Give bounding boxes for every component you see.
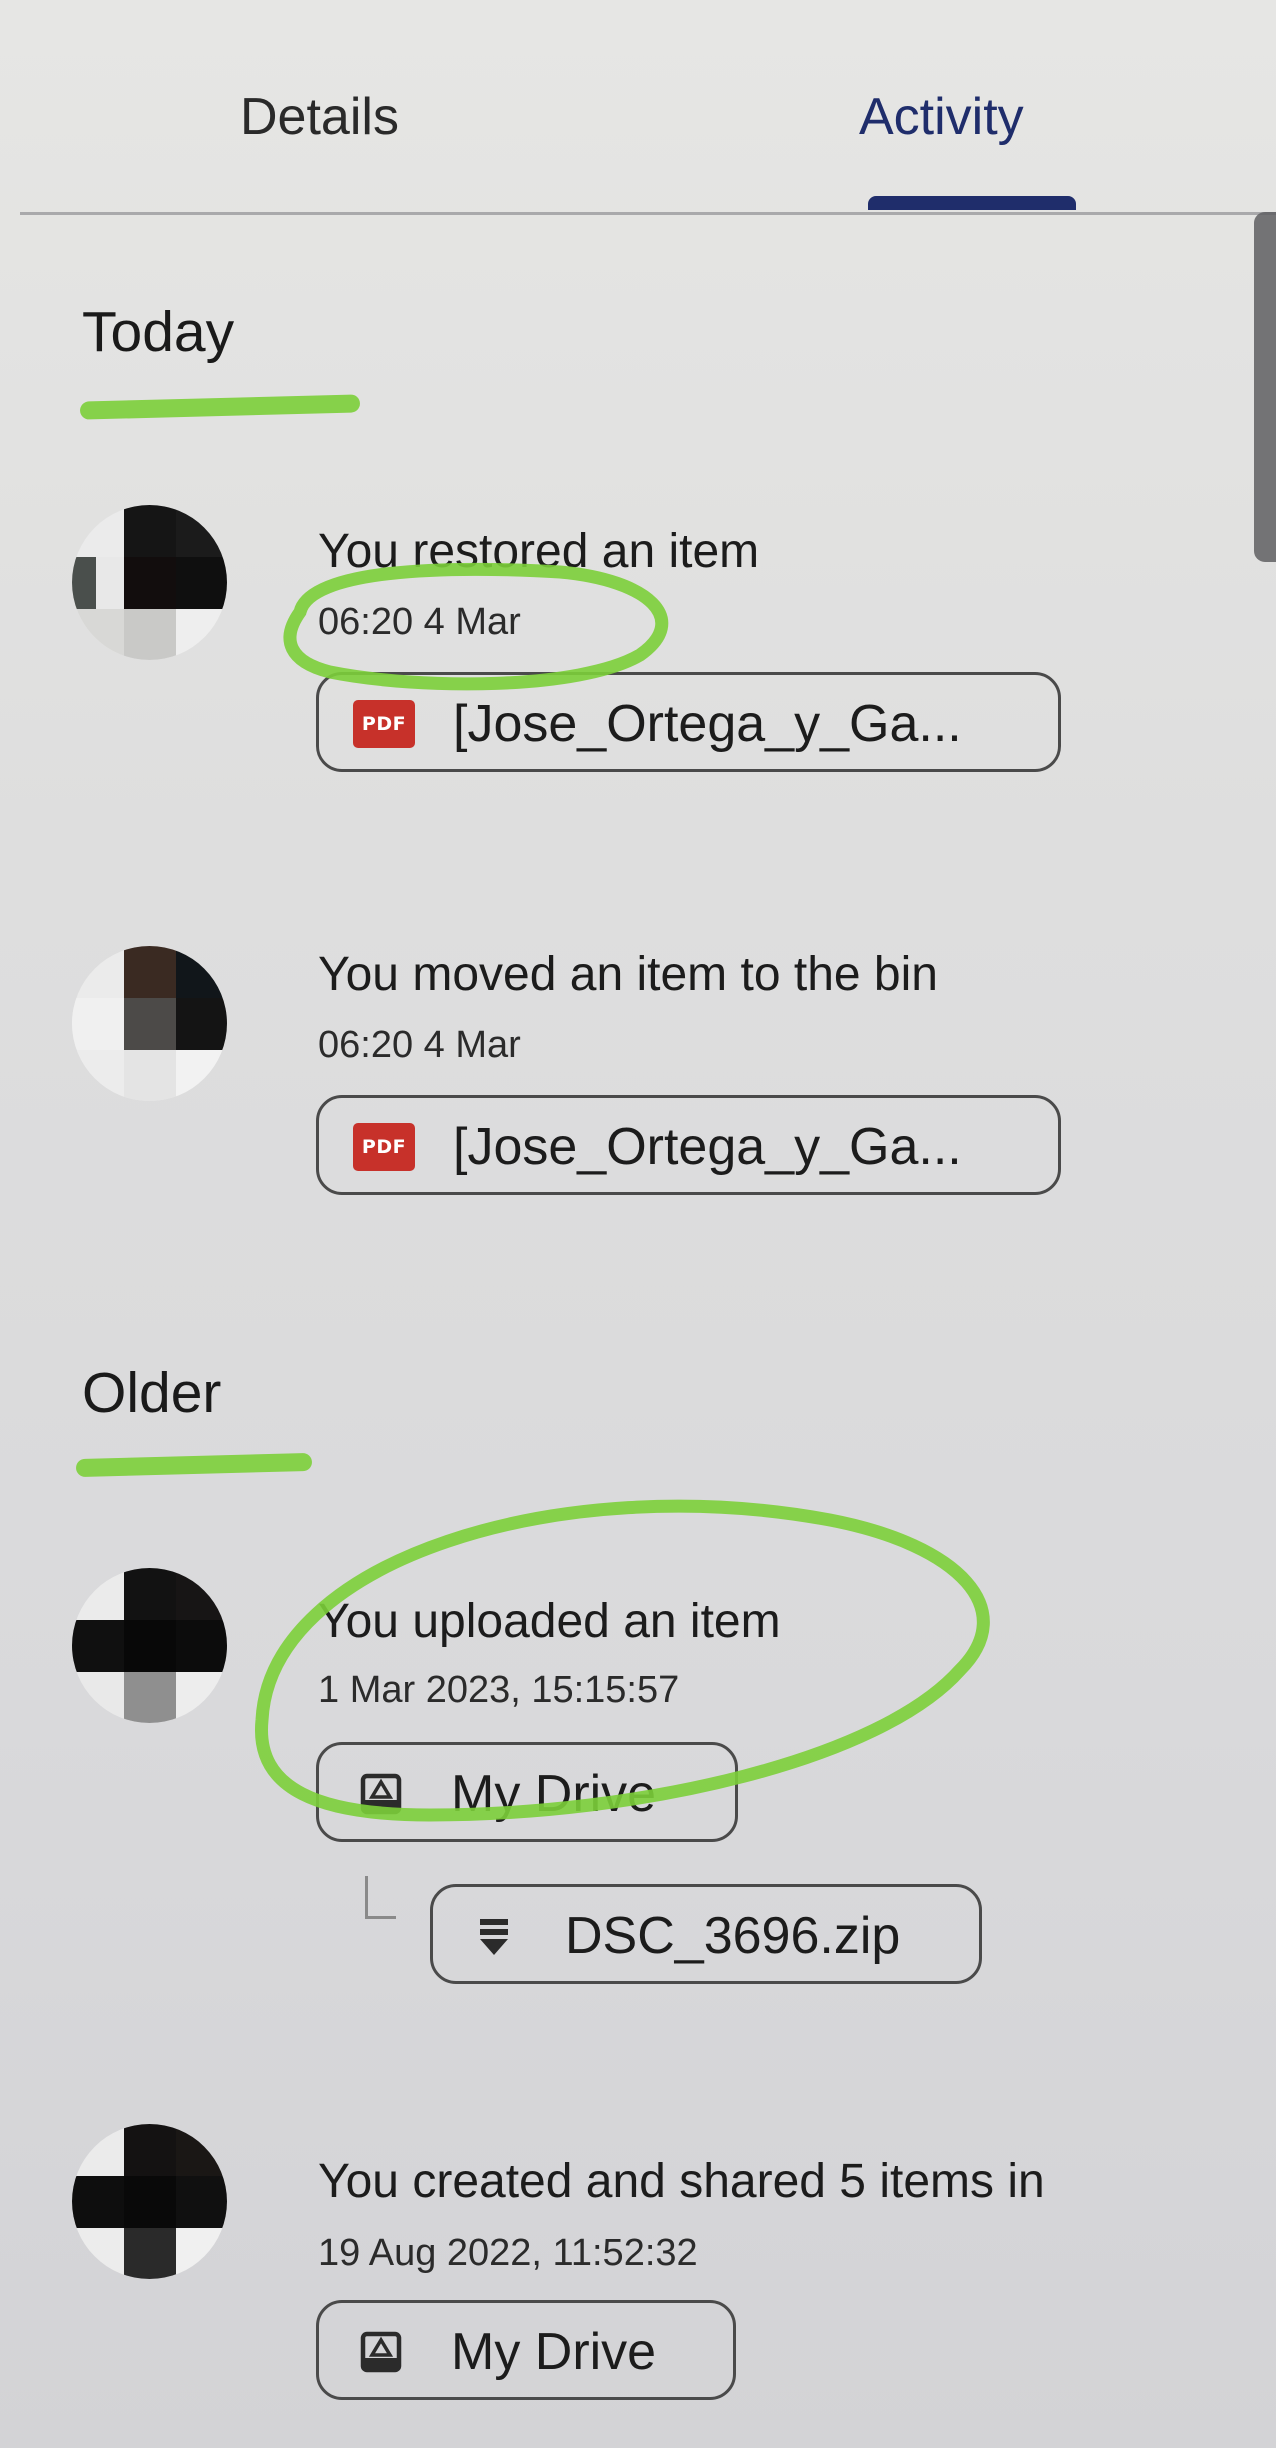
activity-timestamp: 1 Mar 2023, 15:15:57 bbox=[318, 1669, 680, 1711]
folder-name: My Drive bbox=[451, 1765, 657, 1823]
avatar bbox=[72, 946, 227, 1101]
folder-name: My Drive bbox=[451, 2323, 657, 2381]
annotation-markers bbox=[255, 562, 990, 1822]
activity-title: You moved an item to the bin bbox=[318, 948, 938, 1001]
file-name: DSC_3696.zip bbox=[565, 1907, 901, 1965]
active-tab-indicator bbox=[868, 196, 1076, 210]
pdf-icon: PDF bbox=[353, 700, 415, 748]
heading-underline-marker bbox=[79, 394, 361, 420]
activity-title: You uploaded an item bbox=[318, 1595, 781, 1648]
tab-bar: Details Activity bbox=[20, 0, 1276, 215]
section-heading-today: Today bbox=[82, 300, 235, 364]
folder-chip[interactable]: My Drive bbox=[316, 1742, 738, 1842]
file-name: [Jose_Ortega_y_Ga... bbox=[453, 695, 962, 753]
heading-underline-marker bbox=[75, 1452, 313, 1478]
tree-connector bbox=[365, 1876, 396, 1919]
pdf-icon: PDF bbox=[353, 1123, 415, 1171]
tab-details[interactable]: Details bbox=[240, 82, 399, 152]
activity-timestamp: 06:20 4 Mar bbox=[318, 601, 521, 643]
avatar bbox=[72, 505, 227, 660]
file-name: [Jose_Ortega_y_Ga... bbox=[453, 1118, 962, 1176]
section-heading-older: Older bbox=[82, 1361, 222, 1425]
file-chip[interactable]: DSC_3696.zip bbox=[430, 1884, 982, 1984]
tab-activity[interactable]: Activity bbox=[859, 82, 1024, 152]
activity-timestamp: 06:20 4 Mar bbox=[318, 1024, 521, 1066]
drive-folder-icon bbox=[360, 2331, 402, 2373]
activity-timestamp: 19 Aug 2022, 11:52:32 bbox=[318, 2232, 698, 2274]
avatar bbox=[72, 1568, 227, 1723]
activity-title: You restored an item bbox=[318, 525, 760, 578]
zip-file-icon bbox=[480, 1919, 508, 1955]
avatar bbox=[72, 2124, 227, 2279]
drive-folder-icon bbox=[360, 1773, 402, 1815]
activity-title: You created and shared 5 items in bbox=[318, 2155, 1045, 2208]
file-chip[interactable]: PDF [Jose_Ortega_y_Ga... bbox=[316, 1095, 1061, 1195]
scrollbar[interactable] bbox=[1254, 212, 1276, 562]
file-chip[interactable]: PDF [Jose_Ortega_y_Ga... bbox=[316, 672, 1061, 772]
folder-chip[interactable]: My Drive bbox=[316, 2300, 736, 2400]
